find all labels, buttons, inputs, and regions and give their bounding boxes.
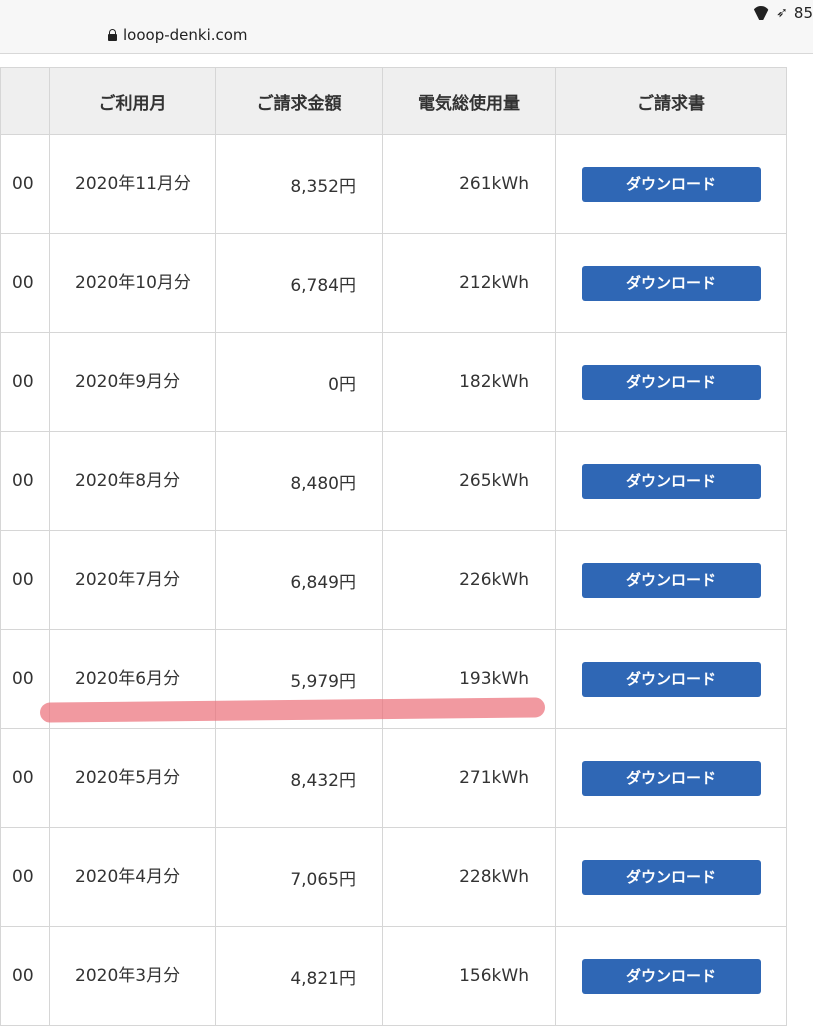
download-button[interactable]: ダウンロード [581,859,761,895]
browser-bar: looop-denki.com ➶ 85 [0,0,813,54]
amount-cell: 8,480円 [215,431,383,531]
table-row: 00 2020年11月分 8,352円 261kWh ダウンロード [0,134,787,234]
amount-cell: 7,065円 [215,827,383,927]
table-row: 00 2020年3月分 4,821円 156kWh ダウンロード [0,926,787,1026]
usage-cell: 182kWh [382,332,556,432]
usage-cell: 261kWh [382,134,556,234]
invoice-cell: ダウンロード [555,530,787,630]
invoice-cell: ダウンロード [555,233,787,333]
cut-cell: 00 [0,134,50,234]
url-text: looop-denki.com [123,26,248,44]
invoice-cell: ダウンロード [555,332,787,432]
header-amount: ご請求金額 [215,67,383,135]
month-cell: 2020年11月分 [49,134,216,234]
usage-cell: 156kWh [382,926,556,1026]
usage-cell: 212kWh [382,233,556,333]
cut-cell: 00 [0,728,50,828]
usage-cell: 265kWh [382,431,556,531]
cut-cell: 00 [0,530,50,630]
amount-cell: 0円 [215,332,383,432]
invoice-cell: ダウンロード [555,629,787,729]
location-icon: ➶ [776,5,788,21]
invoice-cell: ダウンロード [555,728,787,828]
header-usage: 電気総使用量 [382,67,556,135]
header-invoice: ご請求書 [555,67,787,135]
download-button[interactable]: ダウンロード [581,463,761,499]
cut-cell: 00 [0,926,50,1026]
month-cell: 2020年4月分 [49,827,216,927]
amount-cell: 8,432円 [215,728,383,828]
billing-table: ご利用月 ご請求金額 電気総使用量 ご請求書 00 2020年11月分 8,352円… [0,67,787,1026]
usage-cell: 228kWh [382,827,556,927]
download-button[interactable]: ダウンロード [581,661,761,697]
billing-table-container: ご利用月 ご請求金額 電気総使用量 ご請求書 00 2020年11月分 8,352円… [0,67,787,1026]
usage-cell: 226kWh [382,530,556,630]
month-cell: 2020年3月分 [49,926,216,1026]
wifi-icon [752,6,770,20]
table-row: 00 2020年5月分 8,432円 271kWh ダウンロード [0,728,787,828]
cut-cell: 00 [0,431,50,531]
invoice-cell: ダウンロード [555,926,787,1026]
lock-icon [108,29,117,41]
usage-cell: 271kWh [382,728,556,828]
table-row: 00 2020年9月分 0円 182kWh ダウンロード [0,332,787,432]
header-cut-column [0,67,50,135]
table-row: 00 2020年8月分 8,480円 265kWh ダウンロード [0,431,787,531]
amount-cell: 6,849円 [215,530,383,630]
invoice-cell: ダウンロード [555,827,787,927]
table-header-row: ご利用月 ご請求金額 電気総使用量 ご請求書 [0,67,787,135]
table-row: 00 2020年7月分 6,849円 226kWh ダウンロード [0,530,787,630]
download-button[interactable]: ダウンロード [581,364,761,400]
cut-cell: 00 [0,332,50,432]
month-cell: 2020年7月分 [49,530,216,630]
table-row: 00 2020年4月分 7,065円 228kWh ダウンロード [0,827,787,927]
download-button[interactable]: ダウンロード [581,760,761,796]
amount-cell: 6,784円 [215,233,383,333]
invoice-cell: ダウンロード [555,134,787,234]
cut-cell: 00 [0,827,50,927]
download-button[interactable]: ダウンロード [581,562,761,598]
header-month: ご利用月 [49,67,216,135]
address-bar[interactable]: looop-denki.com [108,26,248,44]
invoice-cell: ダウンロード [555,431,787,531]
download-button[interactable]: ダウンロード [581,166,761,202]
cut-cell: 00 [0,233,50,333]
status-bar: ➶ 85 [752,4,813,22]
month-cell: 2020年10月分 [49,233,216,333]
download-button[interactable]: ダウンロード [581,958,761,994]
table-row: 00 2020年10月分 6,784円 212kWh ダウンロード [0,233,787,333]
month-cell: 2020年9月分 [49,332,216,432]
amount-cell: 4,821円 [215,926,383,1026]
download-button[interactable]: ダウンロード [581,265,761,301]
month-cell: 2020年8月分 [49,431,216,531]
amount-cell: 8,352円 [215,134,383,234]
month-cell: 2020年5月分 [49,728,216,828]
battery-level: 85 [793,4,813,22]
